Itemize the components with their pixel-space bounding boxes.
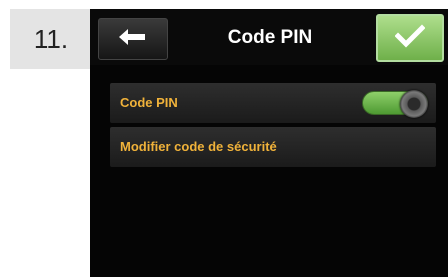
list-item-code-pin[interactable]: Code PIN bbox=[110, 83, 436, 123]
checkmark-icon bbox=[394, 23, 426, 53]
device-screen: Code PIN Code PIN Modifier code de sécur… bbox=[90, 9, 448, 277]
code-pin-toggle[interactable] bbox=[362, 90, 428, 118]
back-button[interactable] bbox=[98, 18, 168, 60]
list-item-label: Modifier code de sécurité bbox=[120, 139, 277, 154]
step-number: 11. bbox=[10, 9, 92, 69]
list-item-label: Code PIN bbox=[120, 95, 178, 110]
toggle-knob bbox=[400, 90, 428, 118]
header-bar: Code PIN bbox=[90, 9, 448, 65]
arrow-left-icon bbox=[119, 28, 147, 50]
settings-list: Code PIN Modifier code de sécurité bbox=[110, 83, 436, 171]
confirm-button[interactable] bbox=[376, 14, 444, 62]
list-item-modify-security-code[interactable]: Modifier code de sécurité bbox=[110, 127, 436, 167]
instruction-figure: 11. Code PIN Code PIN Modifier code de s… bbox=[0, 0, 448, 277]
page-title: Code PIN bbox=[227, 27, 313, 48]
